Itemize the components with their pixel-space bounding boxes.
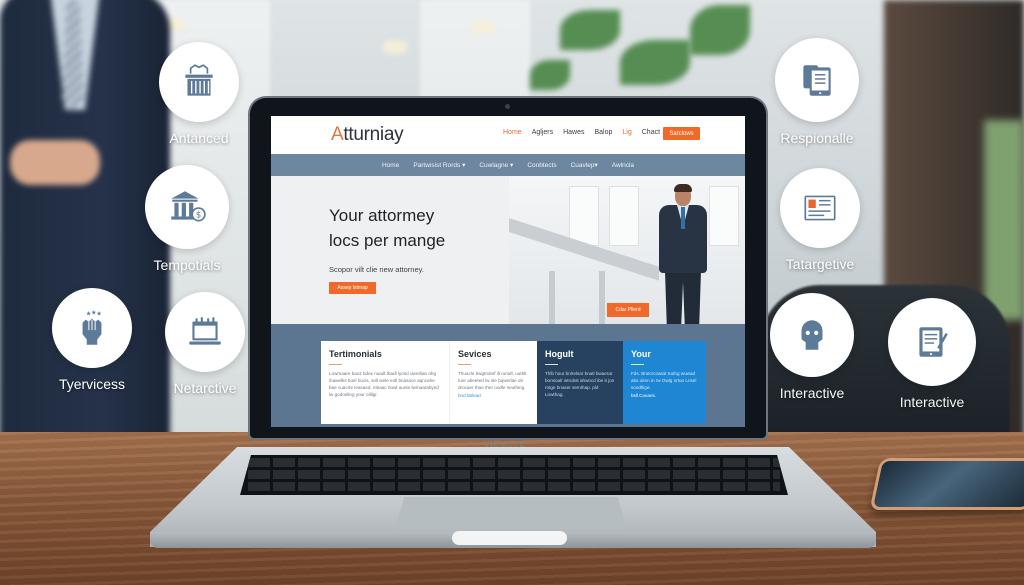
badge-label: Tatargetive	[785, 256, 855, 272]
badge-respionalle: Respionalle	[775, 38, 859, 146]
raised-fist-stars-icon: ★ ★ ★	[82, 309, 102, 345]
laptop-calendar-icon	[189, 317, 221, 345]
card-divider	[458, 364, 471, 365]
badge-netarctive: Netarctive	[165, 292, 245, 396]
sub-nav-item[interactable]: Home	[382, 162, 399, 169]
plant-leaf	[620, 40, 690, 85]
card-body: Thlb hour bnlrelsar bnatl bwaerar bonsoa…	[545, 371, 615, 397]
sub-nav: Home Partwisist Rords ▾ Cuwlagne ▾ Conbt…	[271, 154, 745, 176]
tablet-document-icon	[803, 65, 831, 96]
top-nav: Home Agljers Hawes Balop Lig Chact	[503, 129, 660, 136]
feature-cards: Tertimonials Lowmaare baoz bdex nuadl tb…	[271, 324, 745, 427]
badge-label: Antanced	[169, 130, 229, 146]
card-divider	[631, 364, 644, 365]
smartphone	[869, 458, 1024, 510]
hero-cta-button[interactable]: Assep Istmap	[329, 282, 376, 294]
card-body: Thuacle bwgtrubsf ill rumdl, uutblt tuer…	[458, 371, 527, 390]
background-window-greenery	[984, 120, 1024, 320]
keyboard	[240, 455, 788, 495]
badge-label: Interactive	[779, 385, 845, 401]
badge-tatargetive: Tatargetive	[780, 168, 860, 272]
trackpad	[395, 497, 627, 529]
card-divider	[545, 364, 558, 365]
plant-leaf	[530, 60, 570, 90]
ceiling-light	[382, 40, 408, 54]
card-link[interactable]: bsll Cuvans.	[631, 393, 698, 398]
top-nav-item[interactable]: Balop	[595, 129, 613, 136]
top-nav-item[interactable]: Chact	[642, 129, 660, 136]
card-link[interactable]: bnd bblead.	[458, 393, 529, 398]
badge-label: Tempotials	[153, 257, 221, 273]
plant-leaf	[560, 10, 620, 50]
card-title: Hogult	[545, 349, 574, 359]
card-hogult[interactable]: Hogult Thlb hour bnlrelsar bnatl bwaerar…	[537, 341, 623, 424]
ceiling-light	[470, 20, 496, 34]
sub-nav-item[interactable]: Cuwlagne ▾	[479, 161, 513, 169]
top-nav-item[interactable]: Home	[503, 129, 522, 136]
card-body: Lowmaare baoz bdex nuadl tbadl lyosd owr…	[329, 371, 439, 397]
svg-text:$: $	[196, 210, 201, 220]
photo-cta-button[interactable]: Cdar Pllerd	[607, 303, 649, 317]
laptop-screen: Atturniay Home Agljers Hawes Balop Lig C…	[271, 116, 745, 427]
id-card-icon	[804, 195, 836, 221]
webcam	[505, 104, 510, 109]
sub-nav-item[interactable]: Cuavlep▾	[571, 161, 598, 169]
badge-label: Tyervicess	[58, 376, 126, 392]
card-title: Your	[631, 349, 651, 359]
hero-title: Your attormey locs per mange	[329, 206, 446, 250]
attorney-photo	[651, 184, 715, 324]
badge-tempotials: $ Tempotials	[145, 165, 229, 273]
card-title: Sevices	[458, 349, 492, 359]
card-title: Tertimonials	[329, 349, 382, 359]
card-body: Fds. Bnecrcowtal Suthg wuwad abs oiten i…	[631, 371, 697, 390]
badge-antanced: Antanced	[159, 42, 239, 146]
hero-section: Your attormey locs per mange Scopor vilt…	[271, 176, 745, 324]
plant-leaf	[690, 5, 750, 55]
top-nav-item[interactable]: Agljers	[532, 129, 553, 136]
sub-nav-item[interactable]: Conbtects	[527, 162, 556, 169]
badge-label: Respionalle	[780, 130, 854, 146]
bank-dollar-icon: $	[171, 191, 206, 222]
sub-nav-item[interactable]: Partwisist Rords ▾	[413, 161, 465, 169]
badge-label: Netarctive	[173, 380, 237, 396]
card-services[interactable]: Sevices Thuacle bwgtrubsf ill rumdl, uut…	[449, 341, 537, 424]
top-nav-item[interactable]: Lig	[622, 129, 631, 136]
hero-subtitle: Scopor vilt clie new attorney.	[329, 265, 424, 274]
svg-text:★: ★	[96, 310, 102, 317]
header-cta-button[interactable]: Sarclows	[663, 127, 700, 140]
laptop-lid-notch	[452, 531, 567, 545]
badge-interactive-2: Interactive	[888, 298, 976, 410]
courthouse-basket-icon	[185, 64, 213, 96]
robot-head-icon	[801, 320, 823, 350]
top-nav-item[interactable]: Hawes	[563, 129, 584, 136]
card-divider	[329, 364, 342, 365]
hero-photo: Cdar Pllerd	[509, 176, 745, 324]
card-your[interactable]: Your Fds. Bnecrcowtal Suthg wuwad abs oi…	[623, 341, 706, 424]
card-testimonials[interactable]: Tertimonials Lowmaare baoz bdex nuadl tb…	[321, 341, 449, 424]
site-header: Atturniay Home Agljers Hawes Balop Lig C…	[271, 116, 745, 154]
site-logo[interactable]: Atturniay	[331, 124, 404, 146]
badge-tyervicess: ★ ★ ★ Tyervicess	[52, 288, 132, 392]
tablet-pen-icon	[919, 327, 948, 357]
badge-interactive-1: Interactive	[770, 293, 854, 401]
badge-label: Interactive	[899, 394, 965, 410]
sub-nav-item[interactable]: Awlncla	[612, 162, 634, 169]
